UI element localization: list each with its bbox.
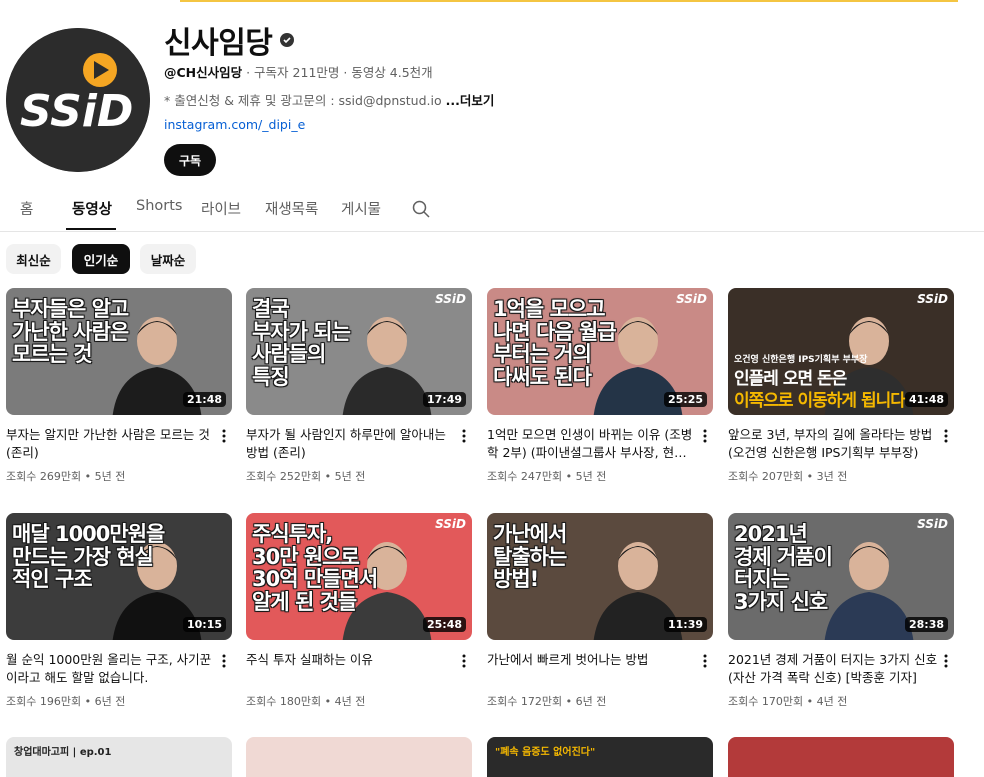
tab-playlists[interactable]: 재생목록 — [265, 198, 318, 219]
video-card[interactable]: 주식투자, 30만 원으로 30억 만들면서 알게 된 것들 SSiD 25:48 주… — [246, 513, 478, 708]
thumbnail-text: 창업대마고피 | ep.01 — [14, 747, 112, 758]
video-meta: 조회수 252만회 • 5년 전 — [246, 470, 366, 483]
video-title[interactable]: 앞으로 3년, 부자의 길에 올라타는 방법 (오건영 신한은행 IPS기획부 … — [728, 426, 938, 462]
chip-oldest[interactable]: 날짜순 — [140, 244, 196, 274]
channel-name: 신사임당 — [164, 26, 273, 61]
thumbnail-channel-logo: SSiD — [917, 517, 948, 531]
tab-posts[interactable]: 게시물 — [341, 198, 381, 219]
subscribe-button[interactable]: 구독 — [164, 144, 216, 176]
search-icon[interactable] — [412, 200, 430, 218]
video-thumbnail[interactable]: 부자들은 알고 가난한 사람은 모르는 것 21:48 — [6, 288, 232, 415]
video-meta: 조회수 247만회 • 5년 전 — [487, 470, 607, 483]
thumbnail-channel-logo: SSiD — [917, 292, 948, 306]
video-thumbnail[interactable]: 가난에서 탈출하는 방법! 11:39 — [487, 513, 713, 640]
channel-title: 신사임당 — [164, 18, 295, 62]
video-meta: 조회수 172만회 • 6년 전 — [487, 695, 607, 708]
video-card[interactable]: 1억을 모으고 나면 다음 월급 부터는 거의 다써도 된다 SSiD 25:25 1… — [487, 288, 719, 483]
video-title[interactable]: 가난에서 빠르게 벗어나는 방법 — [487, 651, 697, 669]
video-card[interactable]: 부자들은 알고 가난한 사람은 모르는 것 21:48 부자는 알지만 가난한 사람… — [6, 288, 238, 483]
thumbnail-headline: 1억을 모으고 나면 다음 월급 부터는 거의 다써도 된다 — [493, 297, 617, 390]
active-tab-indicator — [66, 228, 116, 230]
video-card[interactable]: 매달 1000만원을 만드는 가장 현실 적인 구조 10:15 월 순익 1000… — [6, 513, 238, 708]
channel-stats: · 구독자 211만명 · 동영상 4.5천개 — [242, 65, 433, 80]
video-meta: 조회수 269만회 • 5년 전 — [6, 470, 126, 483]
top-accent-line — [180, 0, 958, 2]
tab-videos[interactable]: 동영상 — [72, 198, 112, 219]
video-title[interactable]: 주식 투자 실패하는 이유 — [246, 651, 456, 669]
thumbnail-headline: 매달 1000만원을 만드는 가장 현실 적인 구조 — [12, 522, 165, 592]
video-thumbnail[interactable]: 오건영 신한은행 IPS기획부 부부장 인플레 오면 돈은 이쪽으로 이동하게 됩니… — [728, 288, 954, 415]
more-actions-icon[interactable] — [942, 653, 950, 669]
video-duration: 25:25 — [663, 392, 707, 407]
video-card[interactable]: 2021년 경제 거품이 터지는 3가지 신호 SSiD 28:38 2021년 경제… — [728, 513, 960, 708]
channel-external-link[interactable]: instagram.com/_dipi_e — [164, 117, 305, 132]
tab-shorts[interactable]: Shorts — [136, 198, 182, 214]
more-actions-icon[interactable] — [701, 428, 709, 444]
chip-popular[interactable]: 인기순 — [72, 244, 130, 274]
video-title[interactable]: 월 순익 1000만원 올리는 구조, 사기꾼이라고 해도 할말 없습니다. — [6, 651, 216, 687]
channel-meta: @CH신사임당 · 구독자 211만명 · 동영상 4.5천개 — [164, 62, 433, 81]
video-thumbnail-partial[interactable]: "폐속 음증도 없어진다" — [487, 737, 713, 777]
more-actions-icon[interactable] — [220, 653, 228, 669]
video-duration: 21:48 — [182, 392, 226, 407]
video-duration: 17:49 — [422, 392, 466, 407]
thumbnail-headline: 결국 부자가 되는 사람들의 특징 — [252, 297, 351, 390]
thumbnail-channel-logo: SSiD — [676, 292, 707, 306]
channel-avatar[interactable]: SSiD — [6, 28, 150, 172]
video-card[interactable]: 오건영 신한은행 IPS기획부 부부장 인플레 오면 돈은 이쪽으로 이동하게 됩니… — [728, 288, 960, 483]
video-duration: 25:48 — [422, 617, 466, 632]
channel-description[interactable]: * 출연신청 & 제휴 및 광고문의 : ssid@dpnstud.io ...… — [164, 90, 494, 109]
video-thumbnail[interactable]: 1억을 모으고 나면 다음 월급 부터는 거의 다써도 된다 SSiD 25:25 — [487, 288, 713, 415]
video-card[interactable]: 가난에서 탈출하는 방법! 11:39 가난에서 빠르게 벗어나는 방법조회수 17… — [487, 513, 719, 708]
thumbnail-headline: 2021년 경제 거품이 터지는 3가지 신호 — [734, 522, 833, 615]
channel-handle: @CH신사임당 — [164, 65, 243, 80]
video-title[interactable]: 2021년 경제 거품이 터지는 3가지 신호 (자산 가격 폭락 신호) [박… — [728, 651, 938, 687]
thumbnail-headline: 부자들은 알고 가난한 사람은 모르는 것 — [12, 297, 129, 367]
more-actions-icon[interactable] — [460, 428, 468, 444]
thumbnail-headline: 가난에서 탈출하는 방법! — [493, 522, 567, 592]
tab-live[interactable]: 라이브 — [201, 198, 241, 219]
avatar-logo-text: SSiD — [20, 86, 133, 137]
video-duration: 41:48 — [904, 392, 948, 407]
description-text: * 출연신청 & 제휴 및 광고문의 : ssid@dpnstud.io — [164, 93, 442, 108]
video-thumbnail-partial[interactable]: 창업대마고피 | ep.01 — [6, 737, 232, 777]
video-thumbnail[interactable]: 2021년 경제 거품이 터지는 3가지 신호 SSiD 28:38 — [728, 513, 954, 640]
video-meta: 조회수 180만회 • 4년 전 — [246, 695, 366, 708]
video-title[interactable]: 부자가 될 사람인지 하루만에 알아내는 방법 (존리) — [246, 426, 456, 462]
video-thumbnail[interactable]: 결국 부자가 되는 사람들의 특징 SSiD 17:49 — [246, 288, 472, 415]
video-meta: 조회수 207만회 • 3년 전 — [728, 470, 848, 483]
more-actions-icon[interactable] — [942, 428, 950, 444]
video-thumbnail[interactable]: 매달 1000만원을 만드는 가장 현실 적인 구조 10:15 — [6, 513, 232, 640]
video-card[interactable]: 결국 부자가 되는 사람들의 특징 SSiD 17:49 부자가 될 사람인지 하루만… — [246, 288, 478, 483]
thumbnail-headline-accent: 이쪽으로 이동하게 됩니다 — [734, 391, 906, 411]
thumbnail-headline: 주식투자, 30만 원으로 30억 만들면서 알게 된 것들 — [252, 522, 378, 615]
tab-home[interactable]: 홈 — [20, 198, 33, 219]
video-title[interactable]: 1억만 모으면 인생이 바뀌는 이유 (조병학 2부) (파이낸셜그룹사 부사장… — [487, 426, 697, 462]
video-thumbnail[interactable]: 주식투자, 30만 원으로 30억 만들면서 알게 된 것들 SSiD 25:48 — [246, 513, 472, 640]
verified-icon — [280, 33, 295, 47]
video-duration: 28:38 — [904, 617, 948, 632]
video-meta: 조회수 170만회 • 4년 전 — [728, 695, 848, 708]
more-actions-icon[interactable] — [220, 428, 228, 444]
video-duration: 10:15 — [182, 617, 226, 632]
more-link[interactable]: ...더보기 — [446, 93, 495, 108]
thumbnail-channel-logo: SSiD — [435, 292, 466, 306]
video-thumbnail-partial[interactable] — [246, 737, 472, 777]
more-actions-icon[interactable] — [701, 653, 709, 669]
video-title[interactable]: 부자는 알지만 가난한 사람은 모르는 것 (존리) — [6, 426, 216, 462]
channel-tabs: 홈 동영상 Shorts 라이브 재생목록 게시물 — [0, 190, 984, 232]
thumbnail-text: "폐속 음증도 없어진다" — [495, 747, 596, 758]
video-duration: 11:39 — [663, 617, 707, 632]
video-thumbnail-partial[interactable] — [728, 737, 954, 777]
video-meta: 조회수 196만회 • 6년 전 — [6, 695, 126, 708]
more-actions-icon[interactable] — [460, 653, 468, 669]
chip-latest[interactable]: 최신순 — [6, 244, 61, 274]
thumbnail-channel-logo: SSiD — [435, 517, 466, 531]
